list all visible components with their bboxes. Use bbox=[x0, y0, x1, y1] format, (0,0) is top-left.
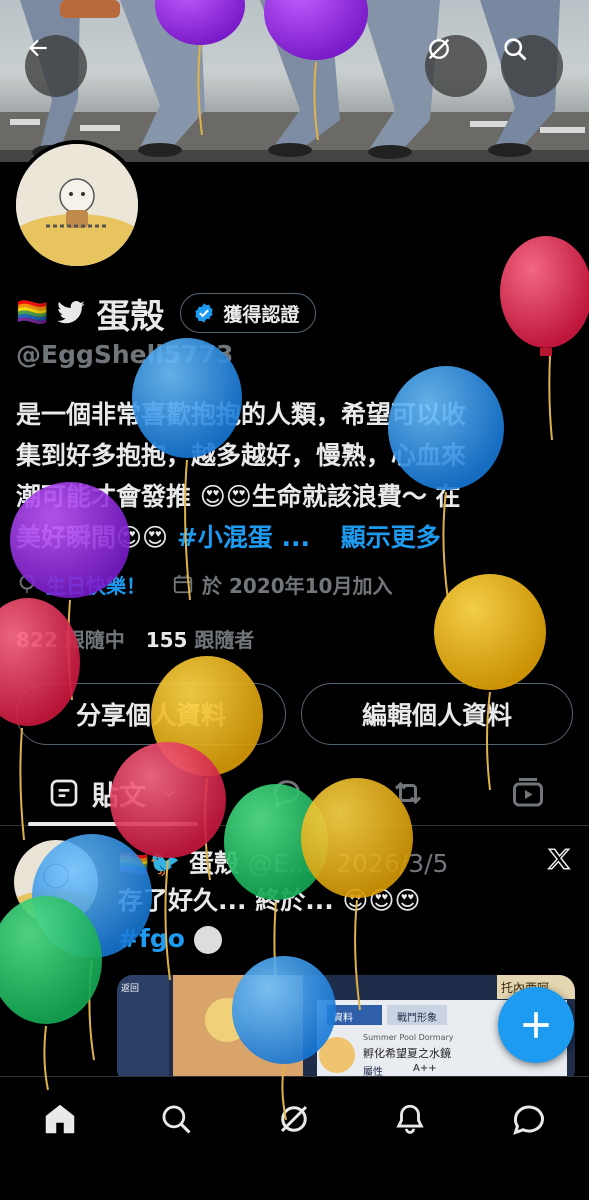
nav-search[interactable] bbox=[154, 1097, 198, 1141]
get-verified-button[interactable]: 獲得認證 bbox=[180, 293, 317, 333]
media-rank-value: A++ bbox=[413, 1063, 437, 1074]
balloon-yellow-right bbox=[434, 574, 546, 791]
bell-icon bbox=[396, 1104, 424, 1134]
grok-button[interactable] bbox=[425, 35, 487, 97]
followers-label: 跟隨者 bbox=[194, 628, 255, 652]
x-logo-icon bbox=[546, 848, 571, 870]
media-item-en: Summer Pool Dormary bbox=[363, 1033, 454, 1042]
compose-post-button[interactable] bbox=[498, 987, 574, 1063]
verified-badge-icon bbox=[195, 303, 214, 323]
search-button[interactable] bbox=[501, 35, 563, 97]
nav-grok[interactable] bbox=[272, 1097, 316, 1141]
repost-icon bbox=[394, 781, 422, 805]
avatar[interactable] bbox=[12, 140, 142, 270]
profile-bio: 是一個非常喜歡抱抱的人類，希望可以收 集到好多抱抱，越多越好，慢熟，心血來 潮可… bbox=[16, 394, 576, 558]
bio-line-2: 集到好多抱抱，越多越好，慢熟，心血來 bbox=[16, 441, 467, 470]
plus-icon bbox=[523, 1012, 549, 1038]
followers-link[interactable]: 155 跟隨者 bbox=[146, 628, 255, 652]
nav-home[interactable] bbox=[38, 1097, 82, 1141]
bio-line-4: 美好瞬間😍😍 bbox=[16, 523, 177, 552]
bio-hashtag-link[interactable]: #小混蛋 ... bbox=[177, 523, 310, 552]
media-back-label: 返回 bbox=[121, 984, 140, 994]
media-tab-2: 戰鬥形象 bbox=[397, 1013, 437, 1024]
birthday-text[interactable]: 生日快樂！ bbox=[46, 570, 146, 599]
grok-icon bbox=[428, 38, 450, 60]
search-icon bbox=[504, 38, 527, 61]
following-count: 822 bbox=[16, 628, 58, 652]
chat-icon bbox=[513, 1105, 544, 1135]
balloon-green-left bbox=[0, 896, 102, 1091]
pride-flag-icon: 🏳️‍🌈 bbox=[16, 298, 49, 328]
tab-posts[interactable]: 貼文 bbox=[48, 760, 178, 826]
post-meta: @E... · 2026/3/5 bbox=[247, 849, 449, 878]
post-header: 🏳️‍🌈🐦 蛋殼 @E... · 2026/3/5 bbox=[118, 844, 448, 880]
video-icon bbox=[513, 778, 543, 807]
share-profile-button[interactable]: 分享個人資料 bbox=[16, 683, 286, 745]
following-link[interactable]: 822 跟隨中 bbox=[16, 628, 125, 652]
media-tab-1: 資料 bbox=[333, 1013, 353, 1024]
followers-count: 155 bbox=[145, 628, 188, 652]
profile-name-row: 🏳️‍🌈 蛋殼 獲得認證 bbox=[16, 290, 317, 337]
post-emoji-icon bbox=[193, 926, 222, 954]
bio-line-1: 是一個非常喜歡抱抱的人類，希望可以收 bbox=[16, 400, 467, 429]
post-text: 存了好久... 終於... 😍😍😍 #fgo bbox=[118, 882, 421, 958]
display-name: 蛋殼 bbox=[96, 296, 165, 337]
follow-stats: 822 跟隨中 155 跟隨者 bbox=[16, 624, 254, 653]
nav-messages[interactable] bbox=[507, 1097, 551, 1141]
balloon-icon bbox=[19, 574, 35, 594]
nav-notifications[interactable] bbox=[388, 1097, 432, 1141]
bottom-nav bbox=[0, 1076, 589, 1200]
post-author-name[interactable]: 🏳️‍🌈🐦 蛋殼 bbox=[118, 849, 239, 878]
joined-date: 於 2020年10月加入 bbox=[202, 573, 393, 598]
profile-tabs: 貼文 bbox=[0, 760, 589, 826]
active-tab-indicator bbox=[28, 822, 198, 826]
grok-icon bbox=[280, 1105, 308, 1133]
arrow-left-icon bbox=[28, 39, 47, 57]
profile-banner[interactable] bbox=[0, 0, 589, 162]
show-more-link[interactable]: 顯示更多 bbox=[341, 523, 441, 552]
search-icon bbox=[162, 1105, 191, 1134]
banner-illustration bbox=[0, 0, 589, 162]
posts-tab-icon bbox=[50, 779, 78, 807]
avatar-illustration bbox=[16, 144, 138, 266]
tab-reposts[interactable] bbox=[390, 760, 426, 826]
back-button[interactable] bbox=[25, 35, 87, 97]
profile-meta: 生日快樂！ 於 2020年10月加入 bbox=[16, 566, 392, 602]
calendar-icon bbox=[173, 574, 193, 594]
home-icon bbox=[45, 1104, 75, 1134]
post-author-avatar[interactable] bbox=[14, 840, 98, 924]
following-label: 跟隨中 bbox=[64, 628, 125, 652]
post-avatar-illustration bbox=[14, 863, 98, 924]
reply-icon bbox=[273, 780, 300, 809]
tab-media[interactable] bbox=[510, 760, 546, 826]
get-verified-label: 獲得認證 bbox=[223, 303, 300, 326]
chevron-down-icon bbox=[163, 790, 175, 798]
post-hashtag-link[interactable]: #fgo bbox=[118, 924, 185, 953]
post-text-line-1: 存了好久... 終於... 😍😍😍 bbox=[118, 886, 421, 915]
bird-icon bbox=[57, 301, 86, 324]
profile-handle: @EggShell5773 bbox=[16, 340, 234, 369]
media-item-title: 孵化希望夏之水鏡 bbox=[363, 1047, 451, 1060]
bio-line-3: 潮可能才會發推 😍😍生命就該浪費～ 在 bbox=[16, 482, 461, 511]
tab-posts-label: 貼文 bbox=[92, 780, 146, 812]
edit-profile-button[interactable]: 編輯個人資料 bbox=[301, 683, 573, 745]
tab-replies[interactable] bbox=[270, 760, 304, 826]
